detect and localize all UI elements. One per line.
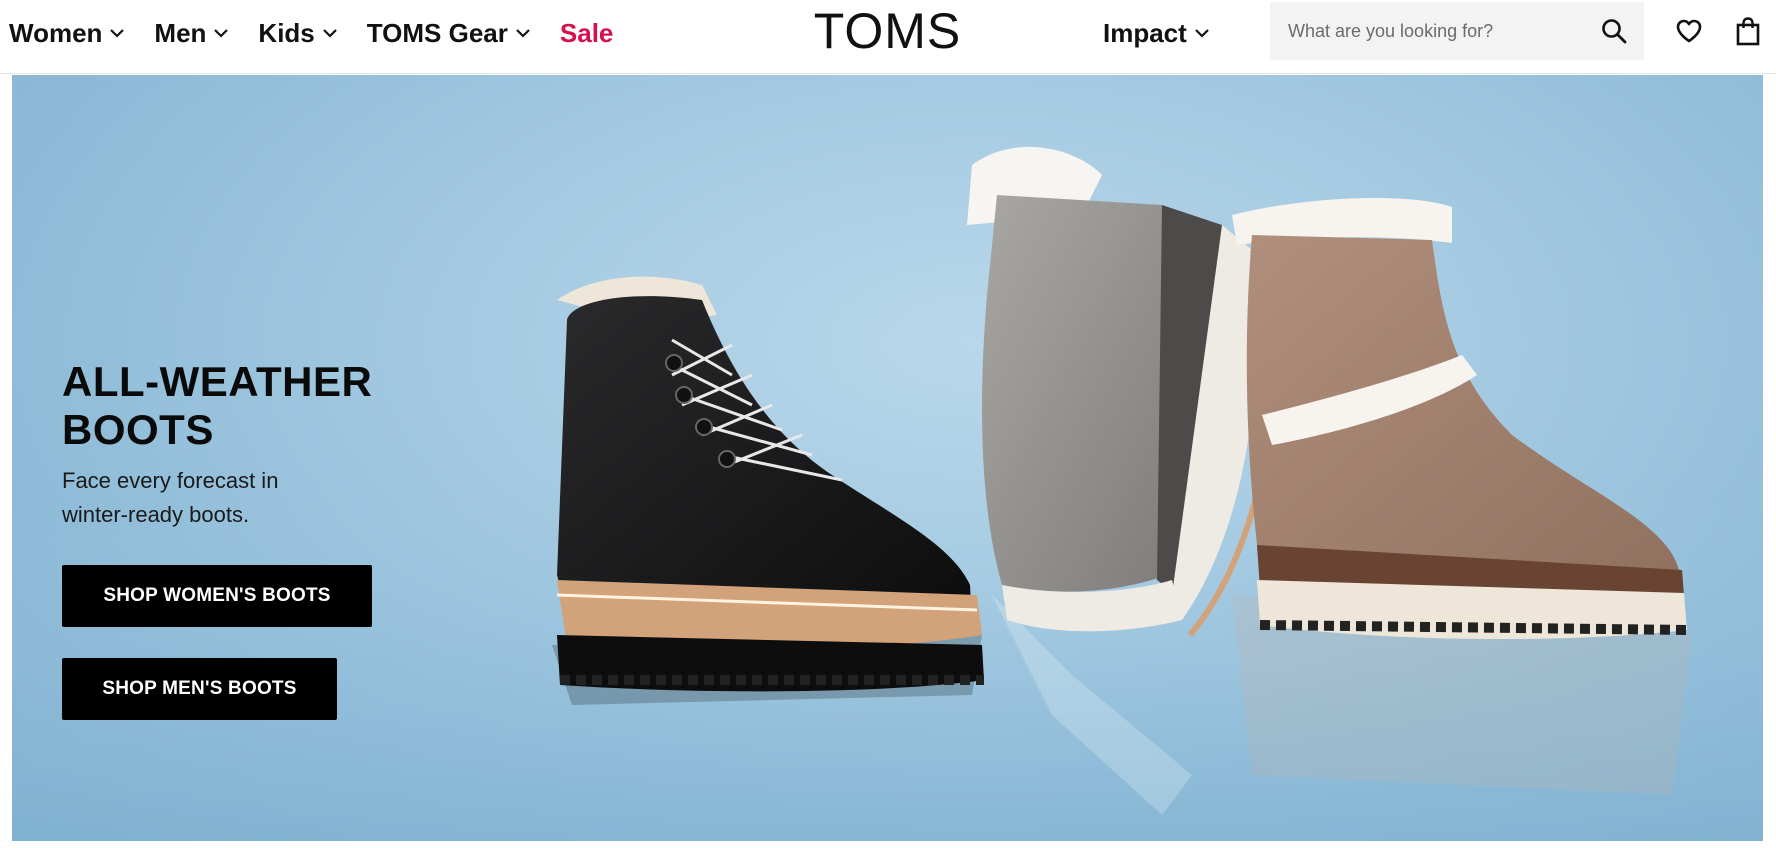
hero-copy: ALL-WEATHER BOOTS Face every forecast in…	[62, 358, 422, 532]
nav-item-men-label: Men	[154, 17, 207, 48]
nav-item-men[interactable]: Men	[154, 18, 230, 49]
search-icon	[1602, 19, 1627, 44]
black-hiking-boot	[556, 276, 984, 692]
chevron-down-icon	[110, 29, 125, 38]
nav-item-impact-label: Impact	[1103, 17, 1187, 48]
nav-item-women[interactable]: Women	[9, 18, 126, 49]
wishlist-button[interactable]	[1672, 14, 1706, 48]
nav-item-toms-gear-label: TOMS Gear	[366, 17, 508, 48]
hero-title: ALL-WEATHER BOOTS	[62, 358, 373, 453]
chevron-down-icon	[1195, 29, 1209, 38]
shop-mens-boots-button[interactable]: SHOP MEN'S BOOTS	[62, 658, 337, 720]
shop-womens-boots-button[interactable]: SHOP WOMEN'S BOOTS	[62, 565, 372, 627]
heart-icon	[1676, 19, 1702, 43]
search-input[interactable]	[1286, 11, 1598, 51]
site-header: Women Men Kids TOMS Gear Sale TOMS Impac…	[0, 0, 1776, 74]
nav-item-toms-gear[interactable]: TOMS Gear	[367, 18, 532, 49]
chevron-down-icon	[322, 29, 337, 38]
toms-logo[interactable]: TOMS	[814, 3, 961, 59]
nav-item-sale[interactable]: Sale	[560, 18, 614, 49]
hero-banner[interactable]: ALL-WEATHER BOOTS Face every forecast in…	[12, 75, 1763, 841]
chevron-down-icon	[516, 29, 530, 38]
shopping-bag-icon	[1736, 17, 1760, 46]
chevron-down-icon	[214, 29, 229, 38]
nav-item-kids[interactable]: Kids	[258, 18, 338, 49]
shopping-bag-button[interactable]	[1731, 14, 1765, 48]
hero-subtitle: Face every forecast in winter-ready boot…	[62, 468, 279, 527]
search-button[interactable]	[1598, 15, 1630, 47]
nav-item-impact[interactable]: Impact	[1103, 0, 1239, 66]
nav-item-impact-inner: Impact	[1103, 18, 1211, 49]
search-box	[1270, 2, 1644, 60]
nav-item-women-label: Women	[9, 17, 103, 48]
main-nav: Women Men Kids TOMS Gear Sale	[9, 0, 641, 66]
tan-sheepskin-boot	[1232, 197, 1688, 640]
nav-item-kids-label: Kids	[258, 17, 315, 48]
nav-item-sale-label: Sale	[559, 17, 614, 48]
